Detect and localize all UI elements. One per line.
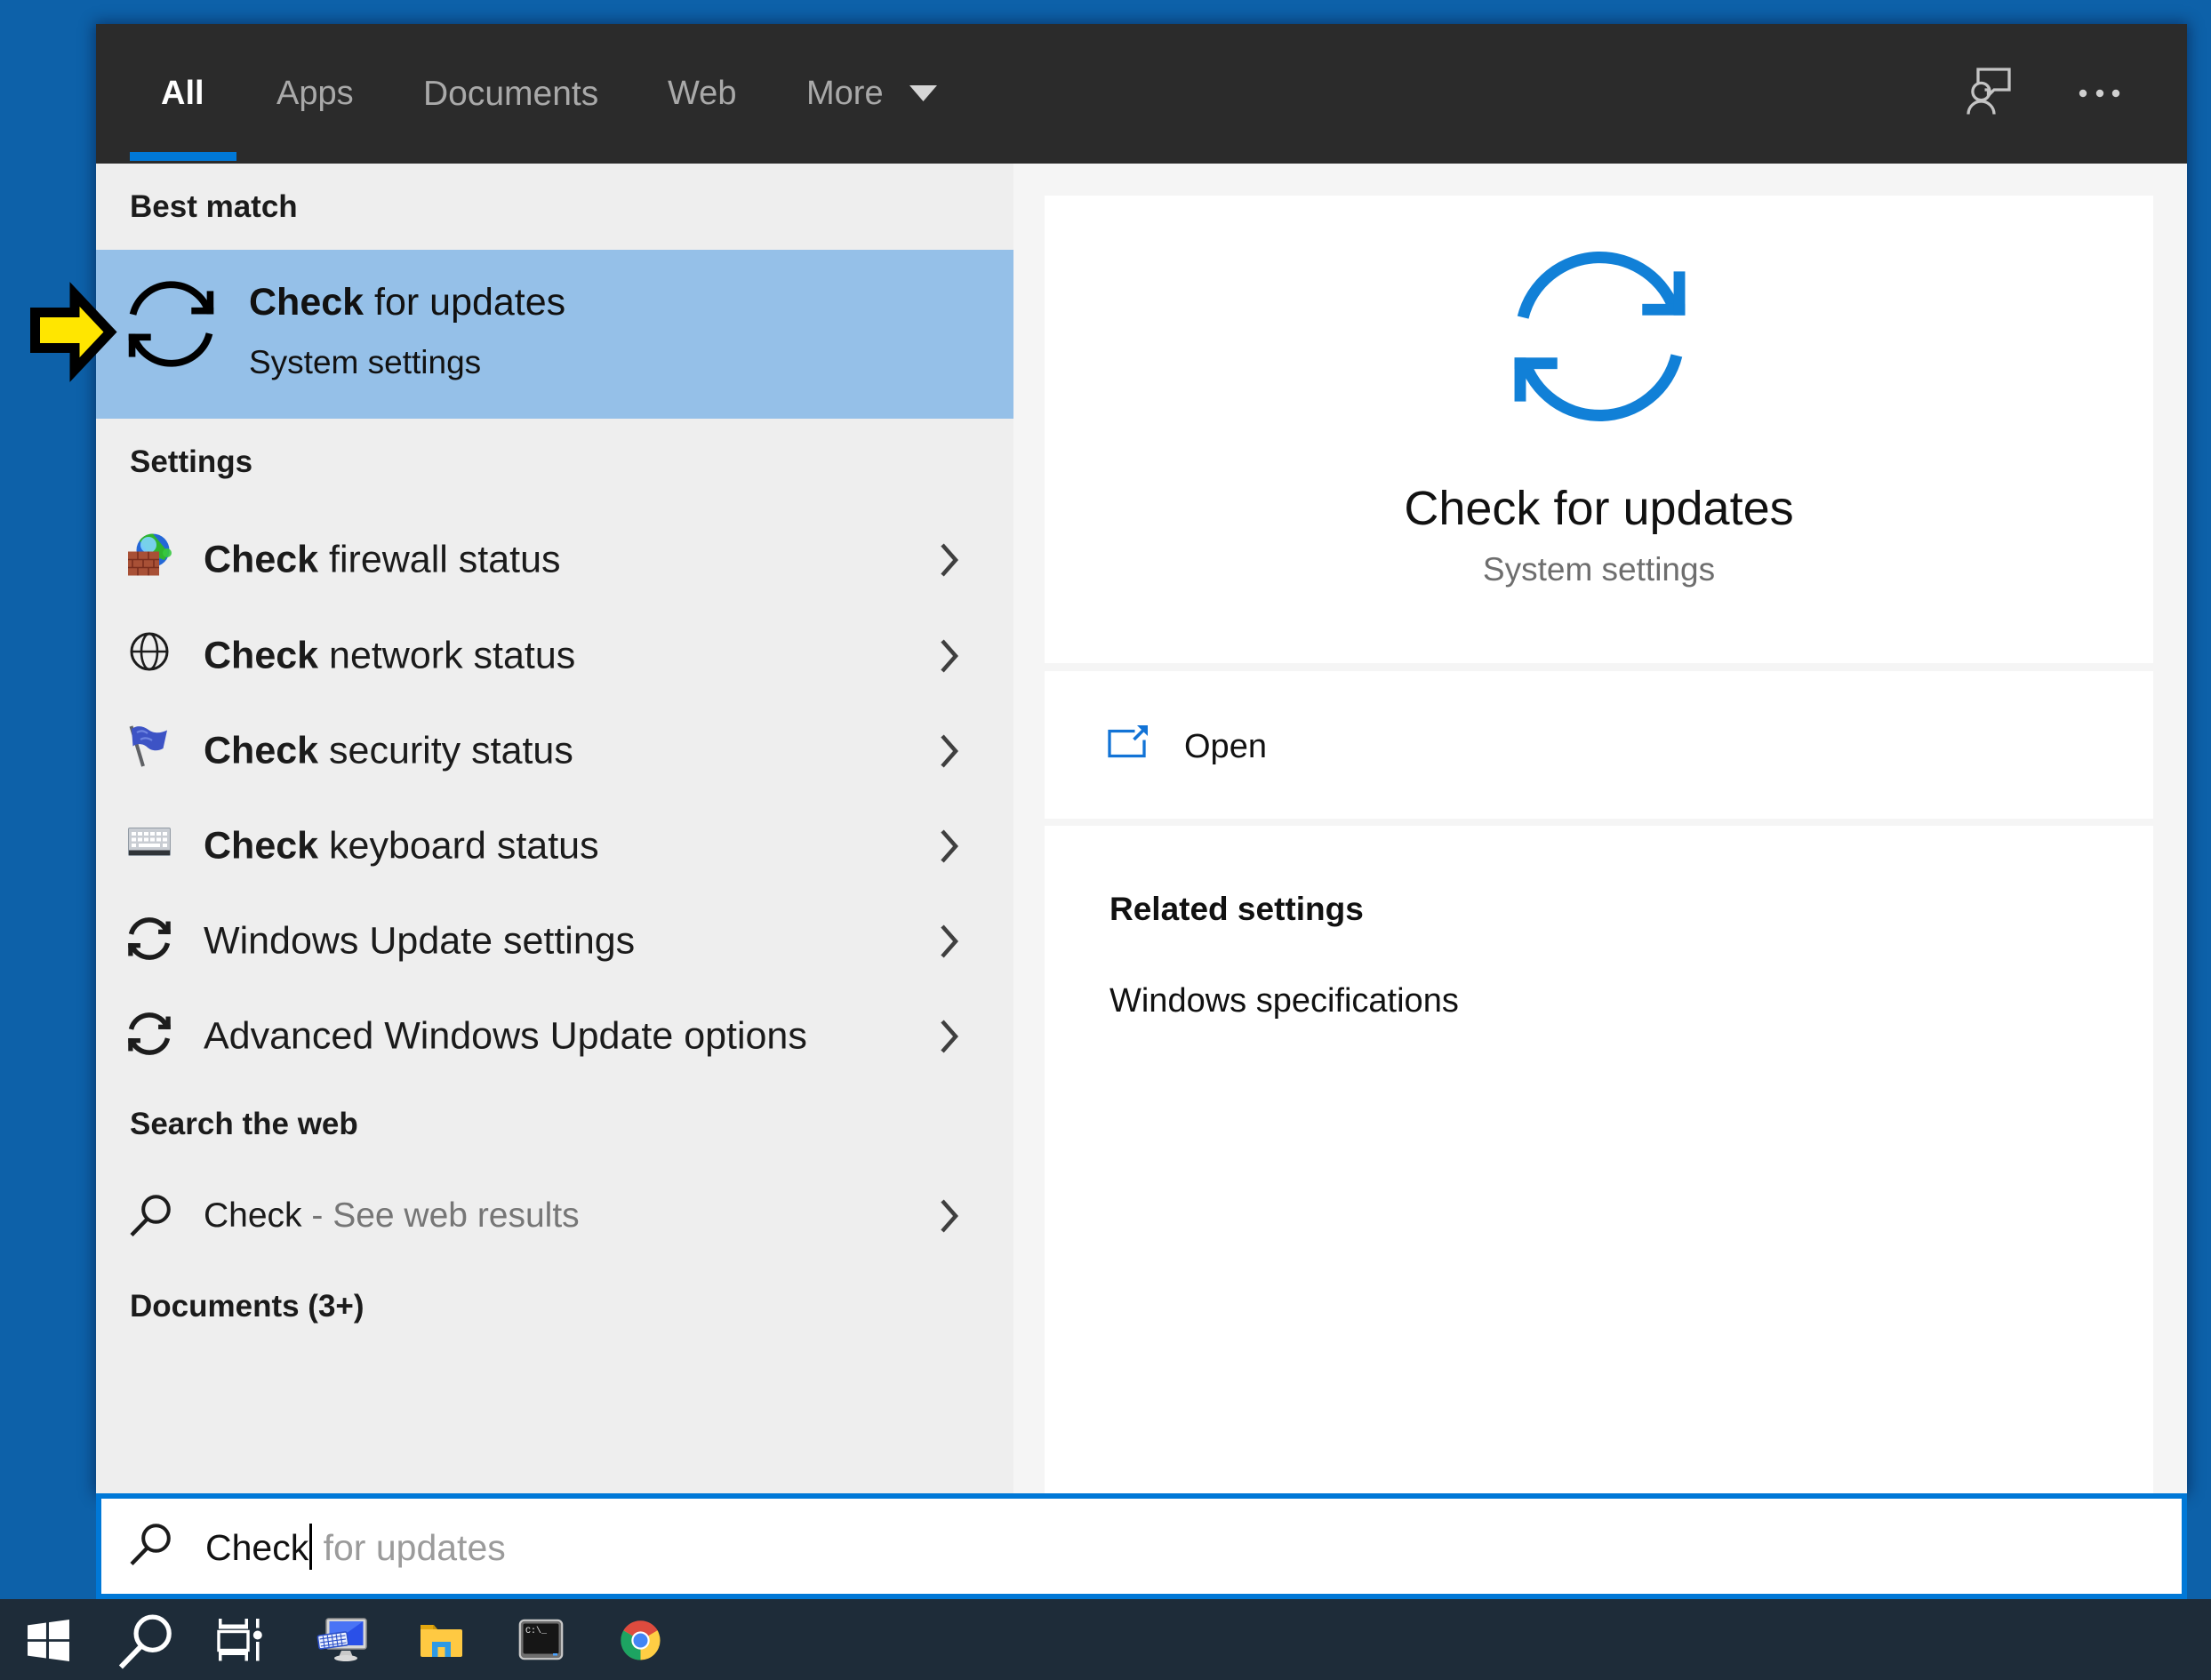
svg-text:C:\_: C:\_ (525, 1626, 548, 1636)
